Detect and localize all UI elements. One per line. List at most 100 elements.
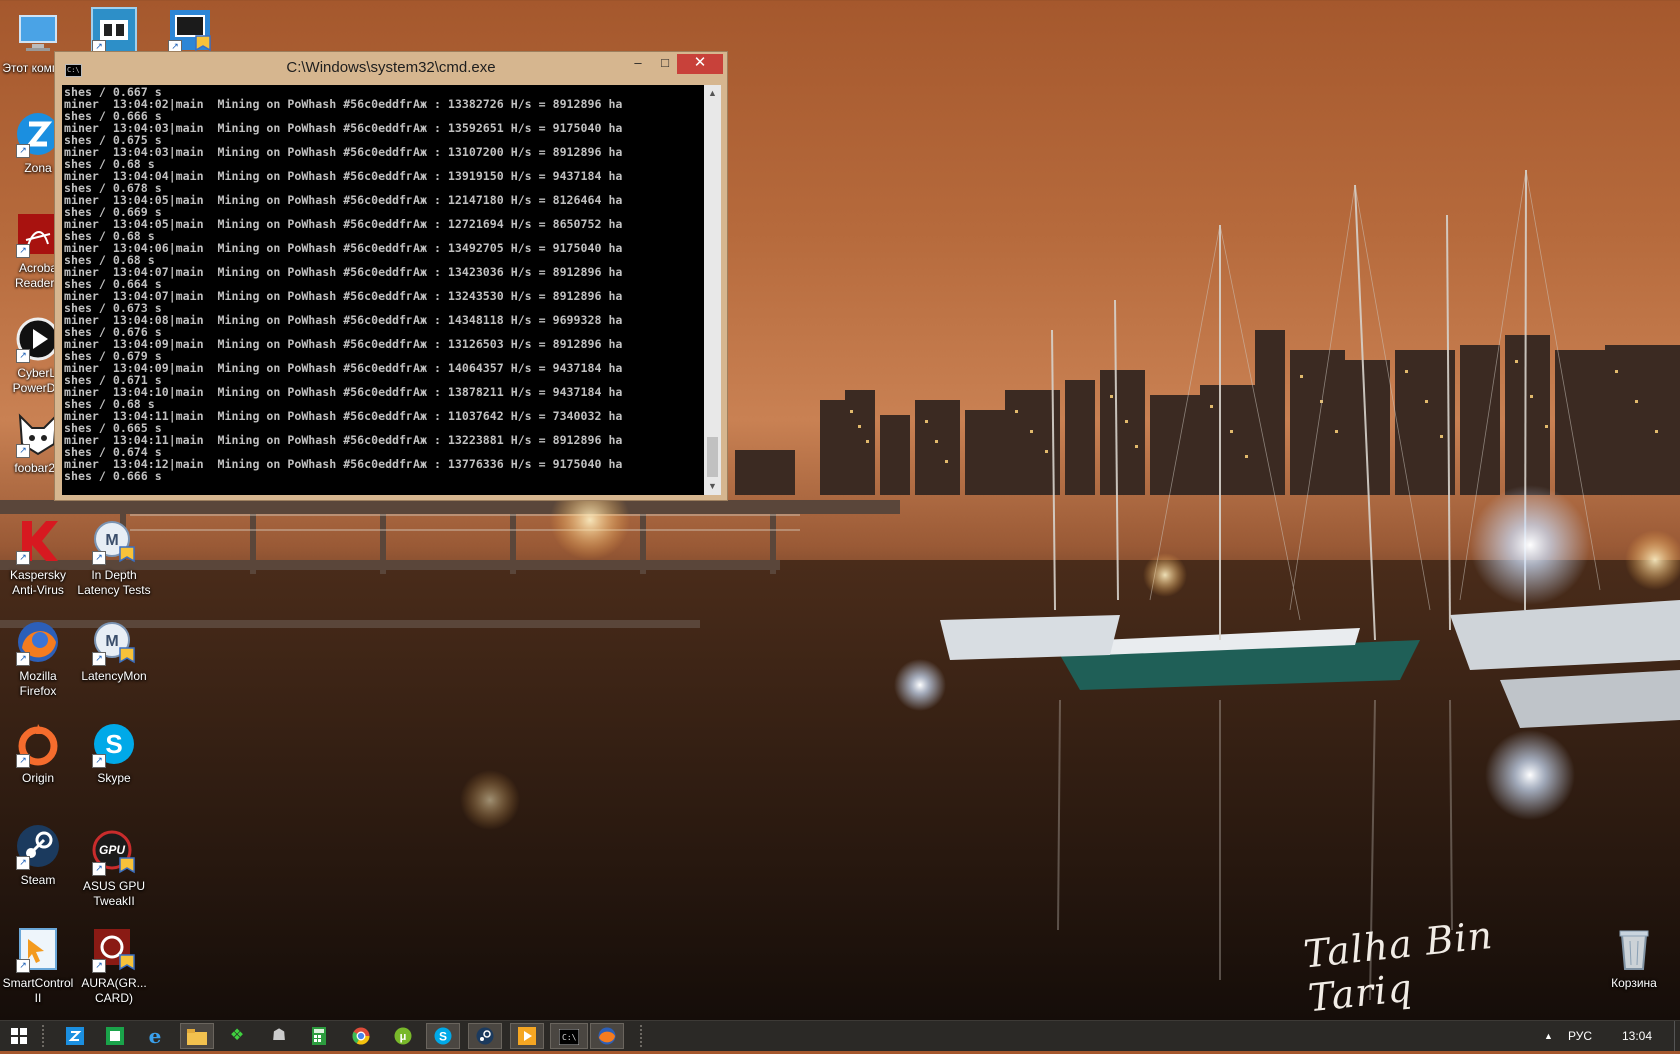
shortcut-arrow-icon: ↗ — [16, 444, 30, 458]
desktop-icon-label: ASUS GPU TweakII — [82, 879, 145, 908]
zona-icon — [66, 1027, 84, 1045]
show-desktop-button[interactable] — [1674, 1021, 1680, 1051]
desktop-icon-label: AURA(GR... CARD) — [81, 976, 147, 1005]
taskbar-calculator[interactable] — [302, 1023, 336, 1049]
taskbar-grip[interactable] — [42, 1025, 48, 1047]
desktop-icon-recycle-bin[interactable]: Корзина — [1594, 925, 1674, 991]
console-text: shes / 0.667 s miner 13:04:02|main Minin… — [64, 85, 623, 483]
shortcut-arrow-icon: ↗ — [16, 349, 30, 363]
desktop-icon-label: LatencyMon — [81, 669, 147, 683]
desktop-icon-aura[interactable]: ↗ AURA(GR... CARD) — [76, 925, 152, 1006]
latency-tool-icon: M ↗ — [90, 517, 138, 565]
utorrent-icon: μ — [394, 1027, 412, 1045]
maximize-button[interactable]: □ — [652, 54, 678, 74]
window-title-bar[interactable]: C:\ C:\Windows\system32\cmd.exe – □ ✕ — [55, 52, 727, 82]
taskbar-grip[interactable] — [640, 1025, 646, 1047]
desktop-icon-video[interactable]: ↗ — [76, 6, 152, 54]
tray-overflow-arrow[interactable]: ▲ — [1544, 1021, 1553, 1051]
svg-text:M: M — [105, 532, 118, 549]
shortcut-arrow-icon: ↗ — [16, 652, 30, 666]
svg-text:S: S — [439, 1030, 447, 1044]
desktop-icon-latencymon[interactable]: M ↗ LatencyMon — [76, 618, 152, 684]
skype-icon: S — [434, 1027, 452, 1045]
desktop-icon-firefox[interactable]: ↗ Mozilla Firefox — [0, 618, 76, 699]
start-button[interactable] — [2, 1023, 36, 1049]
taskbar-razer[interactable]: ❖ — [220, 1023, 254, 1049]
desktop-icon-origin[interactable]: ↗ Origin — [0, 720, 76, 786]
steam-icon: ↗ — [14, 822, 62, 870]
taskbar-app-mask[interactable]: ☗ — [262, 1023, 296, 1049]
recycle-bin-icon — [1610, 925, 1658, 973]
scroll-up-arrow-icon[interactable]: ▲ — [704, 85, 721, 102]
folder-icon — [187, 1029, 207, 1045]
shortcut-arrow-icon: ↗ — [16, 144, 30, 158]
firefox-icon — [598, 1027, 616, 1045]
windows-logo-icon — [11, 1028, 27, 1044]
razer-snake-icon: ❖ — [229, 1027, 245, 1044]
shortcut-arrow-icon: ↗ — [92, 862, 106, 876]
desktop-icon-label: Mozilla Firefox — [19, 669, 57, 698]
minimize-button[interactable]: – — [625, 54, 651, 74]
close-button[interactable]: ✕ — [677, 54, 723, 74]
svg-text:μ: μ — [400, 1031, 407, 1043]
taskbar-skype[interactable]: S — [426, 1023, 460, 1049]
aura-icon: ↗ — [90, 925, 138, 973]
desktop-icon-steam[interactable]: ↗ Steam — [0, 822, 76, 888]
taskbar-utorrent[interactable]: μ — [386, 1023, 420, 1049]
svg-text:GPU: GPU — [99, 843, 125, 857]
desktop-icon-smartcontrol[interactable]: ↗ SmartControl II — [0, 925, 76, 1006]
shortcut-arrow-icon: ↗ — [16, 856, 30, 870]
desktop-icon-label: SmartControl II — [2, 976, 74, 1005]
language-indicator[interactable]: РУС — [1568, 1021, 1592, 1051]
film-strip-icon: ↗ — [90, 6, 138, 54]
shortcut-arrow-icon: ↗ — [16, 551, 30, 565]
calculator-icon — [312, 1027, 326, 1045]
svg-text:M: M — [105, 633, 118, 650]
gpu-tweak-icon: GPU ↗ — [90, 828, 138, 876]
taskbar-file-explorer[interactable] — [180, 1023, 214, 1049]
desktop-icon-label: Steam — [20, 873, 56, 887]
scroll-down-arrow-icon[interactable]: ▼ — [704, 478, 721, 495]
shortcut-arrow-icon: ↗ — [16, 959, 30, 973]
desktop-icon-label: Skype — [97, 771, 131, 785]
taskbar-clock[interactable]: 13:04 — [1622, 1021, 1652, 1051]
desktop-icon-in-depth-latency[interactable]: M ↗ In Depth Latency Tests — [76, 517, 152, 598]
scrollbar-thumb[interactable] — [707, 437, 718, 477]
chrome-icon — [352, 1027, 370, 1045]
taskbar-media-player[interactable] — [510, 1023, 544, 1049]
svg-text:S: S — [105, 729, 122, 759]
taskbar-cmd[interactable]: C:\ — [550, 1023, 588, 1049]
shortcut-arrow-icon: ↗ — [16, 244, 30, 258]
kaspersky-icon: ↗ — [14, 517, 62, 565]
shortcut-arrow-icon: ↗ — [92, 754, 106, 768]
taskbar: e ❖ ☗ μ S C:\ ▲ РУС 13:04 — [0, 1020, 1680, 1051]
latencymon-icon: M ↗ — [90, 618, 138, 666]
desktop-icon-remote-desktop[interactable]: ↗ — [152, 6, 228, 54]
desktop-icon-asus-gpu[interactable]: GPU ↗ ASUS GPU TweakII — [76, 828, 152, 909]
command-prompt-icon: C:\ — [558, 1028, 580, 1046]
taskbar-chrome[interactable] — [344, 1023, 378, 1049]
green-shield-icon — [106, 1027, 124, 1045]
desktop-icon-label: In Depth Latency Tests — [77, 568, 151, 597]
taskbar-internet-explorer[interactable]: e — [138, 1023, 172, 1049]
taskbar-zona[interactable] — [58, 1023, 92, 1049]
shortcut-arrow-icon: ↗ — [92, 959, 106, 973]
taskbar-steam[interactable] — [468, 1023, 502, 1049]
internet-explorer-icon: e — [148, 1024, 162, 1048]
mask-icon: ☗ — [271, 1027, 287, 1044]
desktop-icon-label: Origin — [21, 771, 54, 785]
desktop-icon-skype[interactable]: S ↗ Skype — [76, 720, 152, 786]
cmd-window[interactable]: C:\ C:\Windows\system32\cmd.exe – □ ✕ sh… — [54, 51, 728, 501]
media-player-icon — [518, 1027, 536, 1045]
taskbar-firefox[interactable] — [590, 1023, 624, 1049]
shortcut-arrow-icon: ↗ — [16, 754, 30, 768]
remote-desktop-icon: ↗ — [166, 6, 214, 54]
taskbar-kaspersky-vpn[interactable] — [98, 1023, 132, 1049]
console-output[interactable]: shes / 0.667 s miner 13:04:02|main Minin… — [62, 85, 704, 495]
vertical-scrollbar[interactable]: ▲ ▼ — [704, 85, 721, 495]
origin-icon: ↗ — [14, 720, 62, 768]
smartcontrol-icon: ↗ — [14, 925, 62, 973]
steam-icon — [476, 1027, 494, 1045]
desktop-icon-kaspersky[interactable]: ↗ Kaspersky Anti-Virus — [0, 517, 76, 598]
desktop-icon-label: Корзина — [1611, 976, 1657, 990]
